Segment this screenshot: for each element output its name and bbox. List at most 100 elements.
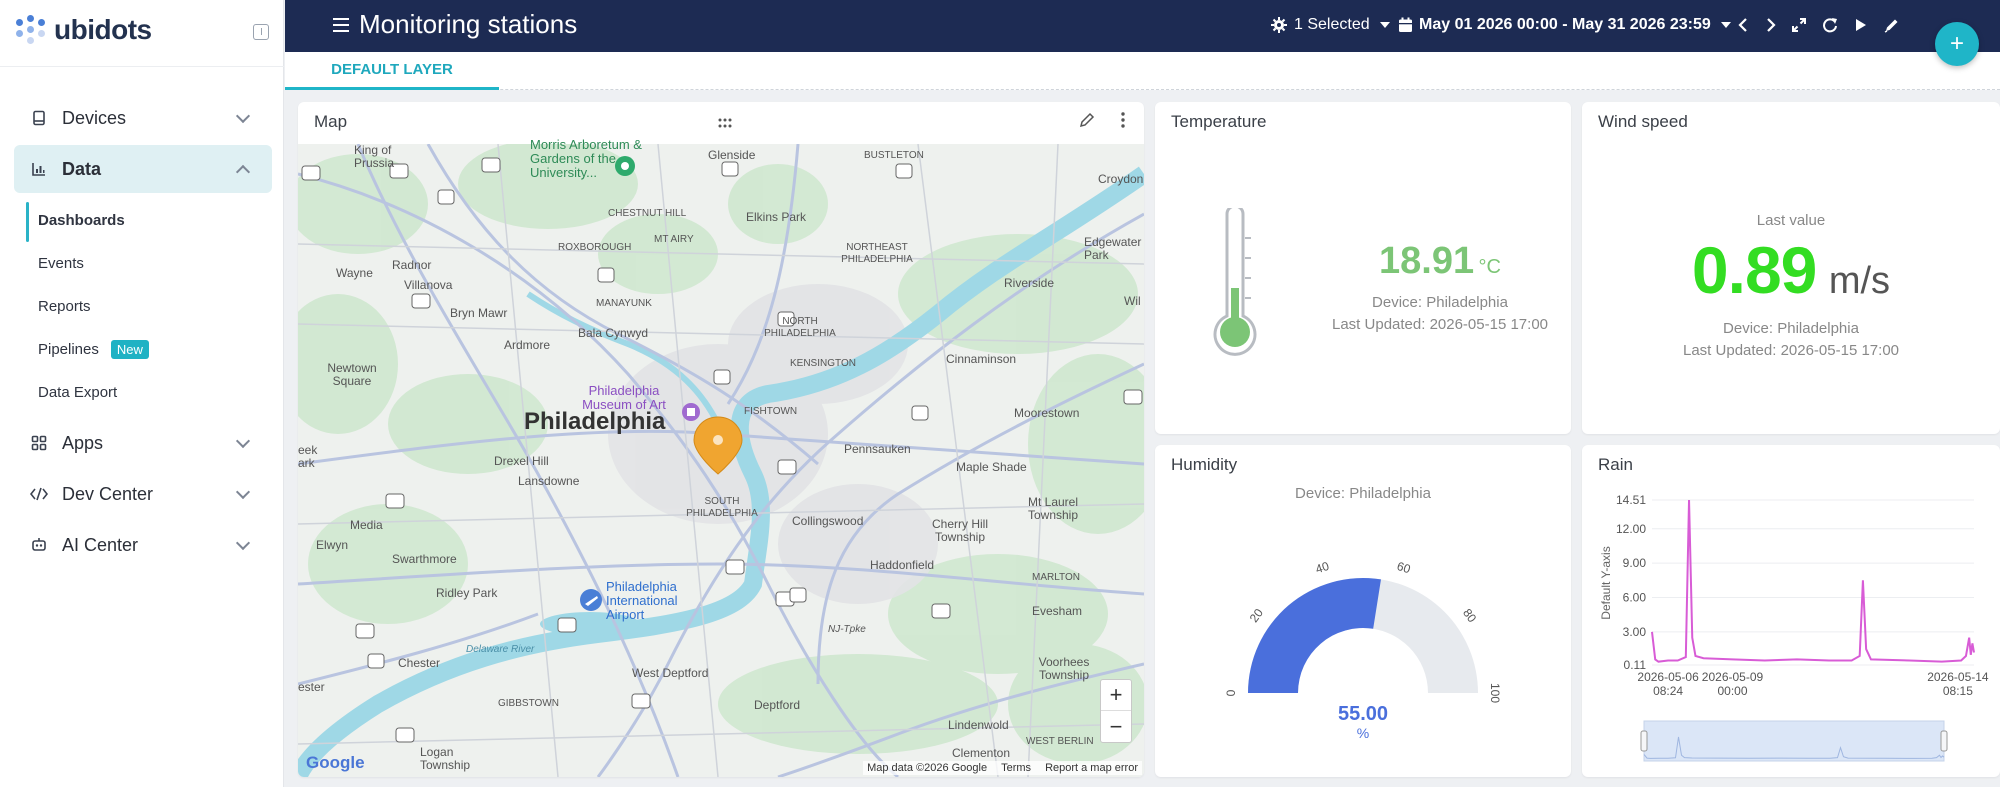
tab-default-layer[interactable]: DEFAULT LAYER xyxy=(285,52,499,90)
map-widget-title: Map xyxy=(314,112,348,131)
sidebar-item-dev-center[interactable]: Dev Center xyxy=(14,470,272,518)
humidity-gauge: 0 20 40 60 80 100 xyxy=(1224,559,1502,704)
gear-chip-icon xyxy=(1271,17,1287,33)
chevron-down-icon xyxy=(235,535,251,551)
gauge-fill xyxy=(1248,578,1381,693)
zoom-out-button[interactable]: − xyxy=(1101,711,1131,742)
play-icon[interactable] xyxy=(1850,14,1872,36)
page-title: Monitoring stations xyxy=(359,9,578,39)
sidebar-item-label: Apps xyxy=(62,432,104,453)
add-widget-button[interactable]: + xyxy=(1935,22,1979,66)
top-header: Monitoring stations 1 Selected May 01 20… xyxy=(285,0,2000,52)
temperature-widget-title: Temperature xyxy=(1171,112,1267,131)
sidebar-item-label: Dev Center xyxy=(62,483,154,504)
temperature-unit: °C xyxy=(1478,256,1501,278)
chevron-down-icon xyxy=(235,433,251,449)
collapse-sidebar-icon[interactable] xyxy=(253,24,269,40)
y-tick-label: 14.51 xyxy=(1616,493,1646,507)
rain-line-chart[interactable]: Default Y-axis14.5112.009.006.003.000.11… xyxy=(1582,475,2000,777)
wind-caption: Last value xyxy=(1756,212,1826,229)
temperature-widget: Temperature 18.91 °C Device: Philadelphi… xyxy=(1155,102,1571,434)
map-attribution: Map data ©2026 Google Terms Report a map… xyxy=(863,761,1142,775)
zoom-in-button[interactable]: + xyxy=(1101,680,1131,711)
map-data-credit: Map data ©2026 Google xyxy=(867,762,988,774)
robot-icon xyxy=(30,536,48,554)
device-selector[interactable]: 1 Selected xyxy=(1270,16,1390,34)
map-tiles xyxy=(298,144,1144,777)
y-axis-label: Default Y-axis xyxy=(1599,546,1613,619)
chevron-up-icon xyxy=(235,164,251,180)
device-icon xyxy=(30,109,48,127)
date-range-label: May 01 2026 00:00 - May 31 2026 23:59 xyxy=(1419,16,1711,33)
date-range-picker[interactable]: May 01 2026 00:00 - May 31 2026 23:59 xyxy=(1398,16,1731,34)
gauge-tick-label: 60 xyxy=(1395,559,1412,577)
drag-handle-icon[interactable] xyxy=(718,112,732,133)
y-tick-label: 3.00 xyxy=(1623,625,1647,639)
more-options-icon[interactable] xyxy=(1121,112,1125,133)
menu-icon[interactable] xyxy=(333,18,349,32)
wind-device: Device: Philadelphia xyxy=(1723,320,1859,337)
previous-range-icon[interactable] xyxy=(1732,14,1754,36)
temperature-device: Device: Philadelphia xyxy=(1372,294,1508,311)
sidebar-item-label: Devices xyxy=(62,107,127,128)
sidebar-item-label: Data xyxy=(62,158,102,179)
x-tick-label: 00:00 xyxy=(1717,684,1747,698)
terms-link[interactable]: Terms xyxy=(1001,762,1031,774)
humidity-widget-title: Humidity xyxy=(1171,455,1238,474)
wind-last-updated: Last Updated: 2026-05-15 17:00 xyxy=(1683,342,1899,359)
gauge-tick-label: 40 xyxy=(1314,559,1331,577)
chevron-down-icon xyxy=(235,108,251,124)
map-widget: Map King of Prussia Morris Arboretum & G… xyxy=(298,102,1144,777)
wind-readout: 0.89 m/s xyxy=(1582,232,2000,308)
y-tick-label: 12.00 xyxy=(1616,522,1646,536)
sidebar-item-ai-center[interactable]: AI Center xyxy=(14,521,272,569)
sidebar-subitem-pipelines[interactable]: Pipelines New xyxy=(26,331,149,367)
fullscreen-icon[interactable] xyxy=(1788,14,1810,36)
humidity-value: 55.00 xyxy=(1337,703,1389,725)
wind-speed-widget-title: Wind speed xyxy=(1598,112,1688,131)
sidebar-subitem-label: Data Export xyxy=(38,383,118,401)
refresh-icon[interactable] xyxy=(1819,14,1841,36)
x-tick-label: 2026-05-14 xyxy=(1927,670,1989,684)
x-tick-label: 08:15 xyxy=(1943,684,1973,698)
map-zoom-controls: + − xyxy=(1100,679,1132,743)
humidity-widget: Humidity Device: Philadelphia 0 20 40 60 80 1… xyxy=(1155,445,1571,777)
sidebar-item-data[interactable]: Data xyxy=(14,145,272,193)
navigator-right-handle[interactable] xyxy=(1940,730,1948,752)
calendar-icon xyxy=(1399,17,1412,32)
sidebar-subitem-label: Reports xyxy=(38,297,91,315)
rain-widget: Rain Default Y-axis 14.51 12.00 9.00 6.00 3.0… xyxy=(1582,445,2000,777)
edit-widget-icon[interactable] xyxy=(1079,112,1095,133)
edit-dashboard-icon[interactable] xyxy=(1880,14,1902,36)
sidebar: ubidots Devices Data Dashboards Events R… xyxy=(0,0,284,787)
next-range-icon[interactable] xyxy=(1760,14,1782,36)
wind-value: 0.89 xyxy=(1691,233,1817,307)
humidity-unit: % xyxy=(1356,725,1370,741)
sidebar-item-apps[interactable]: Apps xyxy=(14,419,272,467)
report-map-error-link[interactable]: Report a map error xyxy=(1045,762,1138,774)
thermometer-icon xyxy=(1213,208,1257,356)
chart-icon xyxy=(30,160,48,178)
temperature-readout: 18.91 °C xyxy=(1315,240,1565,283)
ubidots-logo[interactable]: ubidots xyxy=(16,14,152,46)
range-navigator[interactable] xyxy=(1643,720,1945,762)
sidebar-subitem-reports[interactable]: Reports xyxy=(26,288,91,324)
gauge-tick-label: 100 xyxy=(1488,683,1502,703)
rain-series-line xyxy=(1651,499,1975,663)
sidebar-subitem-data-export[interactable]: Data Export xyxy=(26,374,117,410)
logo-text: ubidots xyxy=(54,14,152,45)
humidity-device: Device: Philadelphia xyxy=(1295,485,1431,502)
sidebar-subitem-label: Dashboards xyxy=(38,211,125,229)
sidebar-item-devices[interactable]: Devices xyxy=(14,94,272,142)
sidebar-subitem-dashboards[interactable]: Dashboards xyxy=(26,202,125,242)
gauge-tick-label: 20 xyxy=(1247,606,1266,625)
x-tick-label: 2026-05-09 xyxy=(1702,670,1764,684)
navigator-left-handle[interactable] xyxy=(1640,730,1648,752)
code-icon xyxy=(30,485,48,503)
sidebar-subitem-events[interactable]: Events xyxy=(26,245,84,281)
google-logo: Google xyxy=(306,753,365,772)
rain-widget-title: Rain xyxy=(1598,455,1633,474)
x-tick-label: 2026-05-06 xyxy=(1637,670,1699,684)
x-tick-label: 08:24 xyxy=(1653,684,1683,698)
map-canvas[interactable]: King of Prussia Morris Arboretum & Garde… xyxy=(298,138,1144,777)
